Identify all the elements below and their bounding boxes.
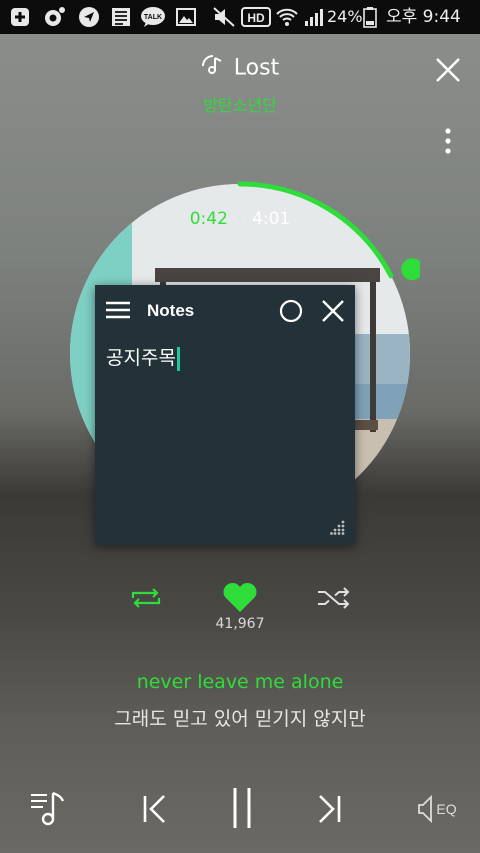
battery-icon [362, 6, 378, 28]
notes-text-area[interactable]: 공지주목 [106, 343, 180, 371]
close-icon [322, 300, 344, 322]
lyric-current[interactable]: never leave me alone [0, 671, 480, 693]
artist-name[interactable]: 방탄소년단 [0, 92, 480, 116]
talk-icon: TALK [139, 6, 167, 28]
music-app-icon [42, 6, 68, 28]
notes-minimize-button[interactable] [277, 297, 305, 325]
plus-box-icon [8, 6, 32, 28]
circle-icon [279, 299, 303, 323]
signal-icon [302, 6, 326, 28]
song-title: Lost [233, 55, 280, 81]
equalizer-button[interactable]: EQ [412, 790, 460, 828]
shuffle-button[interactable] [314, 582, 354, 614]
hamburger-icon [106, 301, 130, 319]
time-display: 0:42 · 4:01 [0, 209, 480, 229]
notes-title: Notes [147, 301, 195, 320]
notes-window[interactable]: Notes 공지주목 [95, 285, 355, 545]
status-bar: TALK HD 24% 오후 9:44 [0, 0, 480, 34]
repeat-icon [131, 588, 161, 608]
previous-button[interactable] [134, 790, 174, 828]
close-player-button[interactable] [428, 50, 468, 90]
total-time: 4:01 [252, 209, 291, 229]
text-cursor [176, 346, 180, 371]
skip-next-icon [319, 795, 341, 823]
repeat-button[interactable] [126, 582, 166, 614]
heart-icon [223, 582, 257, 612]
pause-button[interactable] [222, 784, 262, 832]
navigation-icon [76, 6, 102, 28]
playlist-music-icon [31, 791, 65, 826]
news-icon [108, 6, 134, 28]
lyrics-note-icon [201, 55, 234, 82]
mute-icon [211, 6, 237, 28]
image-icon [174, 6, 198, 28]
eq-label: EQ [436, 801, 457, 817]
clock: 오후 9:44 [386, 7, 461, 27]
current-time: 0:42 [189, 209, 228, 229]
song-title-row: Lost [0, 54, 480, 82]
notes-close-button[interactable] [319, 297, 347, 325]
svg-text:HD: HD [247, 11, 265, 25]
like-count: 41,967 [215, 616, 265, 632]
notes-menu-button[interactable] [103, 297, 133, 323]
time-separator: · [237, 209, 243, 229]
more-vertical-icon [445, 128, 451, 154]
notes-text: 공지주목 [106, 347, 176, 369]
svg-text:TALK: TALK [144, 14, 162, 21]
playlist-button[interactable] [24, 786, 70, 830]
shuffle-icon [318, 587, 350, 609]
like-button[interactable] [218, 578, 262, 616]
battery-percent: 24% [327, 7, 363, 26]
lyric-next[interactable]: 그래도 믿고 있어 믿기지 않지만 [0, 704, 480, 731]
more-options-button[interactable] [436, 124, 460, 158]
speaker-icon [418, 794, 433, 824]
progress-knob[interactable] [401, 258, 420, 281]
close-icon [436, 58, 460, 82]
hd-icon: HD [241, 6, 271, 28]
pause-icon [233, 788, 251, 828]
resize-handle-icon[interactable] [330, 519, 346, 539]
skip-previous-icon [143, 795, 165, 823]
progress-arc [237, 181, 394, 279]
next-button[interactable] [310, 790, 350, 828]
wifi-icon [274, 6, 300, 28]
